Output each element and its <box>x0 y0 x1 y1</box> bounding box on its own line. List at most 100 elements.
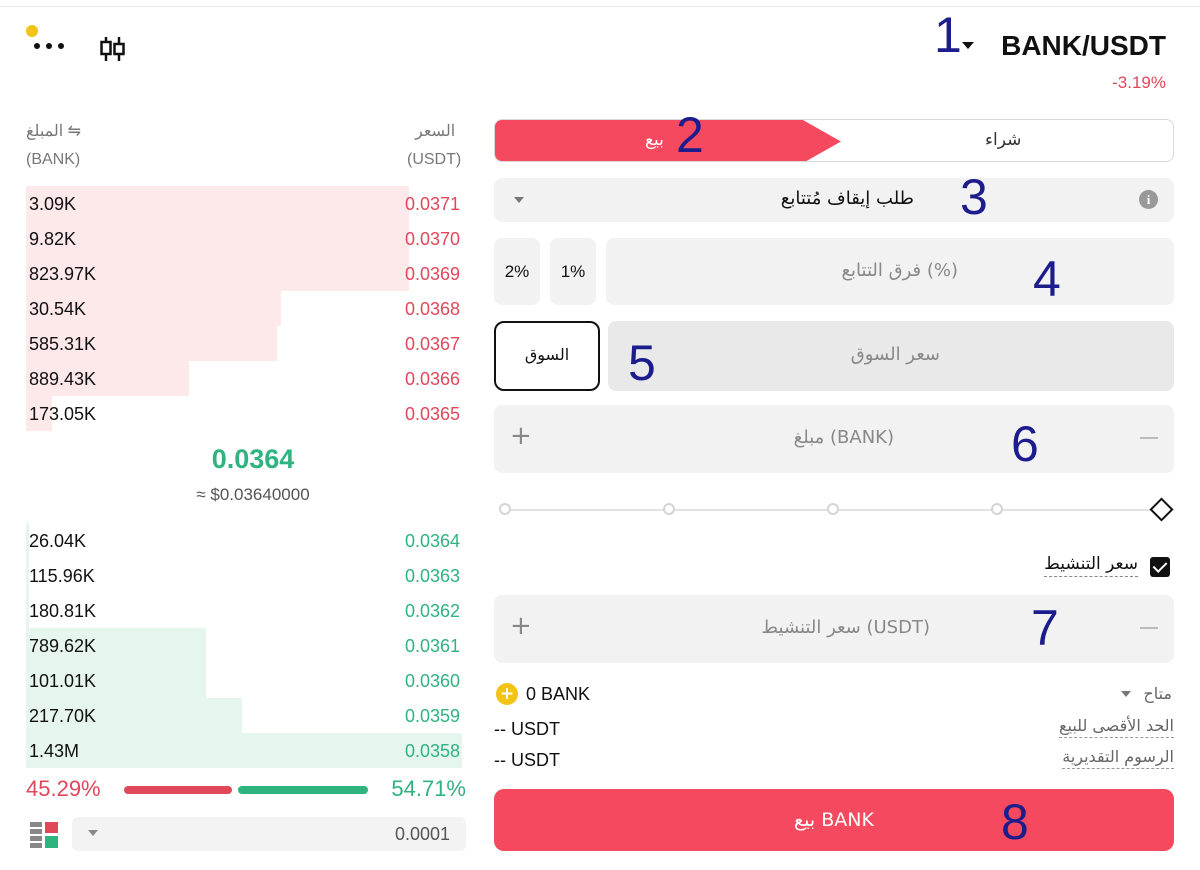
slider-thumb[interactable] <box>1149 497 1174 522</box>
tick-size-value: 0.0001 <box>394 824 450 844</box>
plus-icon[interactable]: + <box>510 421 532 451</box>
market-button[interactable]: السوق <box>494 321 600 391</box>
minus-icon[interactable] <box>1140 437 1158 439</box>
ask-depth-bar <box>26 186 409 221</box>
ask-price: 0.0370 <box>404 229 460 249</box>
buy-ratio-bar <box>238 786 368 794</box>
orderbook-layout-icon[interactable] <box>30 822 58 848</box>
chevron-down-icon[interactable] <box>1121 691 1131 697</box>
side-toggle: بيع شراء <box>494 119 1174 162</box>
bid-amount: 180.81K <box>29 601 97 621</box>
last-price-usd: ≈ $0.03640000 <box>196 485 310 504</box>
slider-step-75[interactable] <box>991 503 1003 515</box>
available-value: 0 BANK <box>526 684 591 704</box>
ask-amount: 9.82K <box>29 229 77 249</box>
bid-price: 0.0363 <box>404 566 460 586</box>
bid-amount: 217.70K <box>29 706 97 726</box>
trailing-delta-input[interactable]: فرق التتابع (%) <box>606 238 1174 305</box>
ask-price: 0.0365 <box>404 404 460 424</box>
annotation-4: 4 <box>1033 251 1061 307</box>
more-menu-icon[interactable] <box>34 33 68 49</box>
slider-step-0[interactable] <box>499 503 511 515</box>
bid-price: 0.0361 <box>404 636 460 656</box>
ask-price: 0.0367 <box>404 334 460 354</box>
bid-price: 0.0360 <box>404 671 460 691</box>
annotation-8: 8 <box>1001 794 1029 850</box>
ask-depth-bar <box>26 221 409 256</box>
fee-value: -- USDT <box>494 750 560 770</box>
annotation-5: 5 <box>628 335 656 391</box>
ask-row[interactable]: 823.97K 0.0369 <box>26 256 466 291</box>
trigger-price-label: سعر التنشيط <box>1044 554 1138 577</box>
market-price-field: سعر السوق <box>608 321 1174 391</box>
order-type-label: طلب إيقاف مُتتابع <box>780 188 914 209</box>
chevron-down-icon <box>88 830 98 836</box>
deposit-icon[interactable] <box>496 683 518 705</box>
tab-sell-label: بيع <box>645 130 664 150</box>
ask-amount: 173.05K <box>29 404 97 424</box>
annotation-1: 1 <box>934 7 962 63</box>
ask-price: 0.0371 <box>404 194 460 214</box>
last-price: 0.0364 <box>211 444 295 474</box>
ask-row[interactable]: 3.09K 0.0371 <box>26 186 466 221</box>
bid-amount: 101.01K <box>29 671 97 691</box>
info-icon[interactable]: i <box>1139 190 1158 209</box>
candlestick-chart-icon[interactable] <box>98 34 128 64</box>
slider-step-25[interactable] <box>663 503 675 515</box>
orderbook-amount-unit: (BANK) <box>26 151 81 168</box>
sell-submit-button[interactable]: بيع BANK <box>494 789 1174 851</box>
fee-label: الرسوم التقديرية <box>1062 747 1174 769</box>
pair-dropdown-icon[interactable] <box>962 42 974 49</box>
bid-amount: 1.43M <box>29 741 80 761</box>
bid-row[interactable]: 1.43M 0.0358 <box>26 733 466 768</box>
percent-2-button[interactable]: 2% <box>494 238 540 305</box>
bid-depth-bar <box>26 733 462 768</box>
ask-price: 0.0369 <box>404 264 460 284</box>
annotation-6: 6 <box>1011 416 1039 472</box>
top-divider <box>0 6 1200 7</box>
order-type-select[interactable]: طلب إيقاف مُتتابع i <box>494 178 1174 222</box>
ask-row[interactable]: 30.54K 0.0368 <box>26 291 466 326</box>
ask-amount: 585.31K <box>29 334 97 354</box>
plus-icon[interactable]: + <box>510 611 532 641</box>
tab-buy[interactable]: شراء <box>985 130 1021 150</box>
available-label[interactable]: متاح <box>1143 684 1172 703</box>
ask-row[interactable]: 889.43K 0.0366 <box>26 361 466 396</box>
bid-price: 0.0358 <box>404 741 460 761</box>
chevron-down-icon <box>514 197 524 203</box>
orderbook-price-header: السعر <box>415 123 456 140</box>
tab-sell[interactable] <box>495 120 841 161</box>
bid-row[interactable]: 789.62K 0.0361 <box>26 628 466 663</box>
ask-amount: 823.97K <box>29 264 97 284</box>
orderbook-amount-header[interactable]: المبلغ ⇋ <box>26 121 81 141</box>
pair-title[interactable]: BANK/USDT <box>1001 30 1166 62</box>
bid-row[interactable]: 217.70K 0.0359 <box>26 698 466 733</box>
slider-step-50[interactable] <box>827 503 839 515</box>
bid-row[interactable]: 180.81K 0.0362 <box>26 593 466 628</box>
amount-input[interactable]: + مبلغ (BANK) <box>494 405 1174 473</box>
bid-row[interactable]: 26.04K 0.0364 <box>26 523 466 558</box>
ask-row[interactable]: 173.05K 0.0365 <box>26 396 466 431</box>
ask-row[interactable]: 585.31K 0.0367 <box>26 326 466 361</box>
percent-1-button[interactable]: 1% <box>550 238 596 305</box>
bid-price: 0.0362 <box>404 601 460 621</box>
minus-icon[interactable] <box>1140 627 1158 629</box>
ask-amount: 3.09K <box>29 194 77 214</box>
trigger-price-placeholder: سعر التنشيط (USDT) <box>761 617 930 638</box>
ask-row[interactable]: 9.82K 0.0370 <box>26 221 466 256</box>
buy-ratio: 54.71% <box>391 776 466 801</box>
max-sell-label: الحد الأقصى للبيع <box>1059 716 1174 738</box>
ask-amount: 30.54K <box>29 299 87 319</box>
ask-price: 0.0366 <box>404 369 460 389</box>
bid-price: 0.0364 <box>404 531 460 551</box>
trigger-price-input[interactable]: + سعر التنشيط (USDT) <box>494 595 1174 663</box>
sell-ratio: 45.29% <box>26 776 101 801</box>
bid-row[interactable]: 115.96K 0.0363 <box>26 558 466 593</box>
annotation-7: 7 <box>1031 600 1059 656</box>
bid-row[interactable]: 101.01K 0.0360 <box>26 663 466 698</box>
ask-price: 0.0368 <box>404 299 460 319</box>
annotation-2: 2 <box>676 107 704 163</box>
trigger-price-checkbox[interactable] <box>1150 557 1170 577</box>
annotation-3: 3 <box>960 169 988 225</box>
sell-ratio-bar <box>124 786 232 794</box>
